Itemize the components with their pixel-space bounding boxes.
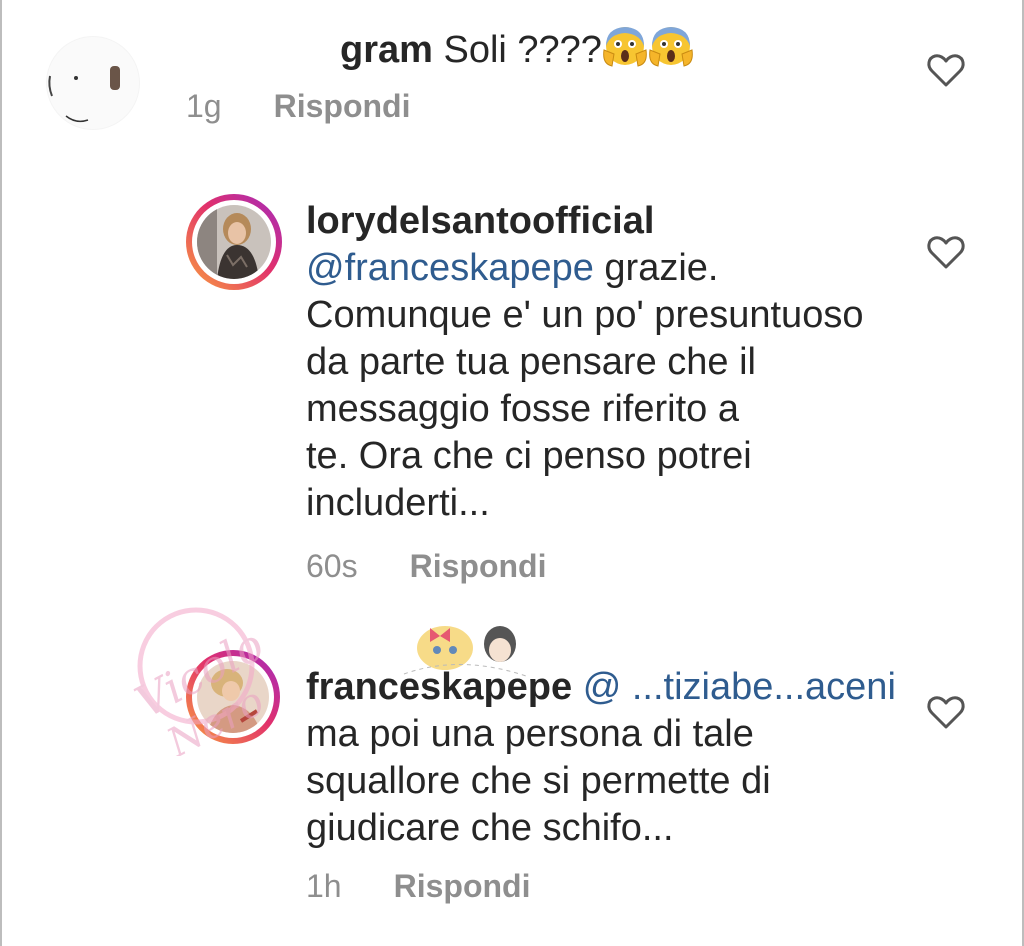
- timestamp: 1g: [186, 88, 222, 124]
- avatar[interactable]: [46, 36, 140, 130]
- username[interactable]: franceskapepe: [306, 666, 572, 708]
- username[interactable]: gram: [340, 29, 433, 71]
- mention-link[interactable]: @ ...tiziabe...aceni: [583, 666, 896, 708]
- comment-body-line: messaggio fosse riferito a: [306, 388, 739, 430]
- face-screaming-in-fear-emoji: [648, 24, 694, 80]
- comment-1: gram Soli ???? 1g Rispondi: [0, 0, 1024, 150]
- heart-outline-icon[interactable]: [926, 52, 966, 88]
- comment-body-line: squallore che si permette di: [306, 760, 771, 802]
- reply-button[interactable]: Rispondi: [394, 868, 531, 904]
- comment-body-line: te. Ora che ci penso potrei: [306, 435, 752, 477]
- comment-body-line: Comunque e' un po' presuntuoso: [306, 294, 864, 336]
- avatar-photo: [197, 205, 271, 279]
- comment-text: gram Soli ????: [340, 24, 694, 80]
- timestamp: 60s: [306, 548, 358, 584]
- comment-meta: 1h Rispondi: [306, 868, 530, 905]
- comment-body-line: includerti...: [306, 482, 490, 524]
- reply-button[interactable]: Rispondi: [274, 88, 411, 124]
- comment-body-line: da parte tua pensare che il: [306, 341, 756, 383]
- comment-body-line: ma poi una persona di tale: [306, 713, 754, 755]
- heart-outline-icon[interactable]: [926, 234, 966, 270]
- reply-button[interactable]: Rispondi: [410, 548, 547, 584]
- comment-meta: 60s Rispondi: [306, 548, 546, 585]
- timestamp: 1h: [306, 868, 342, 904]
- face-screaming-in-fear-emoji: [602, 24, 648, 80]
- comment-body-line: giudicare che schifo...: [306, 807, 674, 849]
- mention-link[interactable]: @franceskapepe: [306, 247, 594, 289]
- comment-body-line: grazie.: [604, 247, 719, 289]
- comment-text: lorydelsantoofficial @franceskapepe graz…: [306, 198, 863, 527]
- comment-3: Vicolo Nero franceskapepe @ ...tiziabe..…: [0, 607, 1024, 930]
- avatar-inner: [192, 200, 276, 284]
- comment-text: franceskapepe @ ...tiziabe...aceni ma po…: [306, 664, 896, 852]
- comment-2: lorydelsantoofficial @franceskapepe graz…: [0, 190, 1024, 600]
- heart-outline-icon[interactable]: [926, 694, 966, 730]
- watermark-logo: Vicolo Nero: [127, 607, 272, 756]
- username[interactable]: lorydelsantoofficial: [306, 200, 654, 242]
- avatar[interactable]: [186, 194, 282, 290]
- comment-meta: 1g Rispondi: [186, 88, 410, 125]
- comment-body: Soli ????: [443, 29, 602, 71]
